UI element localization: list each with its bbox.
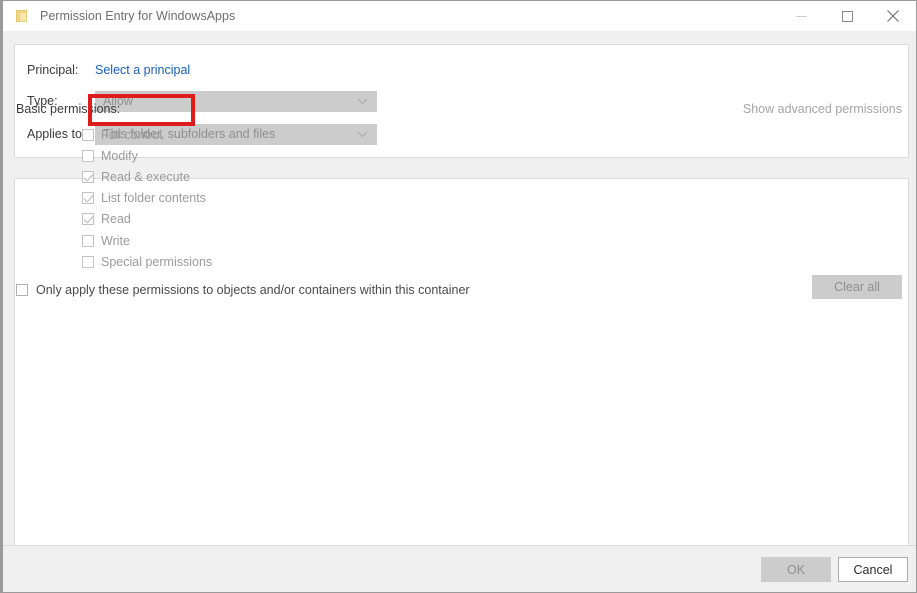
maximize-icon[interactable] xyxy=(824,1,870,31)
permission-label: Full control xyxy=(101,127,163,142)
permission-row-read[interactable]: Read xyxy=(82,209,502,230)
checkbox-list-folder-contents[interactable] xyxy=(82,192,94,205)
cancel-button[interactable]: Cancel xyxy=(838,557,908,582)
permission-row-full-control[interactable]: Full control xyxy=(82,124,502,145)
show-advanced-permissions-link[interactable]: Show advanced permissions xyxy=(743,102,902,116)
permission-row-list-folder-contents[interactable]: List folder contents xyxy=(82,188,502,209)
window-controls xyxy=(778,1,916,31)
permission-row-read-execute[interactable]: Read & execute xyxy=(82,166,502,187)
checkbox-read-execute[interactable] xyxy=(82,170,94,183)
titlebar-spacer xyxy=(3,31,916,43)
ok-button[interactable]: OK xyxy=(761,557,831,582)
permissions-list: Full control Modify Read & execute List … xyxy=(82,124,502,272)
permission-label: Write xyxy=(101,233,130,248)
clear-all-button[interactable]: Clear all xyxy=(812,275,902,299)
type-dropdown[interactable]: Allow xyxy=(95,90,377,112)
permission-row-modify[interactable]: Modify xyxy=(82,145,502,166)
minimize-icon[interactable] xyxy=(778,1,824,31)
close-icon[interactable] xyxy=(870,1,916,31)
checkbox-read[interactable] xyxy=(82,213,94,226)
permission-entry-window: Permission Entry for WindowsApps Princip… xyxy=(0,0,917,593)
permission-row-special-permissions[interactable]: Special permissions xyxy=(82,251,502,272)
permission-label: Read xyxy=(101,212,131,227)
window-title: Permission Entry for WindowsApps xyxy=(40,9,236,23)
dialog-footer: OK Cancel xyxy=(3,545,916,592)
select-a-principal-link[interactable]: Select a principal xyxy=(95,63,190,77)
chevron-down-icon xyxy=(357,92,368,111)
principal-label: Principal: xyxy=(27,63,79,77)
checkbox-special-permissions[interactable] xyxy=(82,255,94,268)
checkbox-only-apply-to-container[interactable] xyxy=(16,284,28,296)
only-apply-row[interactable]: Only apply these permissions to objects … xyxy=(16,283,470,297)
permission-label: List folder contents xyxy=(101,191,206,206)
basic-permissions-label: Basic permissions: xyxy=(16,102,121,116)
principal-row: Principal: Select a principal xyxy=(27,59,190,81)
permission-label: Read & execute xyxy=(101,169,190,184)
folder-icon xyxy=(14,8,30,24)
only-apply-label: Only apply these permissions to objects … xyxy=(36,283,470,297)
checkbox-modify[interactable] xyxy=(82,149,94,162)
dialog-content: Principal: Select a principal Type: Allo… xyxy=(3,43,916,592)
permission-label: Modify xyxy=(101,148,138,163)
title-bar: Permission Entry for WindowsApps xyxy=(3,1,916,31)
permission-row-write[interactable]: Write xyxy=(82,230,502,251)
checkbox-write[interactable] xyxy=(82,234,94,247)
permission-label: Special permissions xyxy=(101,254,213,269)
checkbox-full-control[interactable] xyxy=(82,128,94,141)
